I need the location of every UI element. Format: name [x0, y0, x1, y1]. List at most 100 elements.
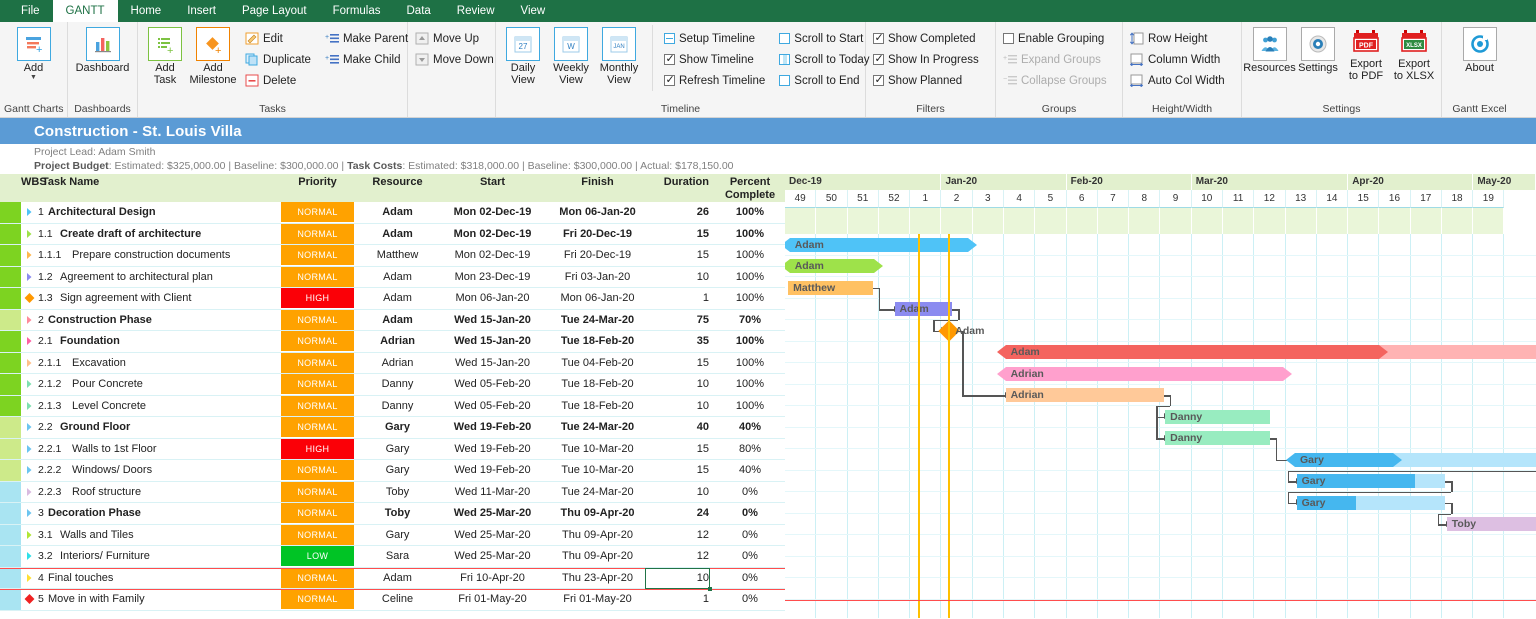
delete-button[interactable]: Delete: [242, 70, 314, 91]
col-header-priority[interactable]: Priority: [280, 174, 355, 188]
col-header-percent[interactable]: Percent Complete: [715, 174, 785, 201]
gantt-bar[interactable]: Matthew: [788, 280, 873, 295]
expand-chevron-icon[interactable]: [24, 572, 35, 583]
gantt-bars-area[interactable]: Adam Adam Matthew Adam Adam Adam Adrian Adrian D…: [785, 234, 1536, 618]
enable-grouping-toggle[interactable]: Enable Grouping: [1000, 28, 1110, 49]
row-priority-cell[interactable]: LOW: [280, 546, 355, 567]
scroll-to-end-button[interactable]: Scroll to End: [776, 70, 872, 91]
expand-chevron-icon[interactable]: [24, 336, 35, 347]
tab-data[interactable]: Data: [394, 0, 444, 22]
table-row[interactable]: 1.3 Sign agreement with Client HIGH Adam Mon…: [0, 288, 785, 310]
row-priority-cell[interactable]: NORMAL: [280, 202, 355, 223]
expand-chevron-icon[interactable]: [24, 508, 35, 519]
gantt-bar[interactable]: Toby: [1446, 517, 1536, 532]
checkbox-checked-icon[interactable]: [664, 52, 675, 65]
gantt-bar[interactable]: Adrian: [1005, 388, 1164, 403]
expand-chevron-icon[interactable]: [24, 400, 35, 411]
table-row[interactable]: 2.2 Ground Floor NORMAL Gary Wed 19-Feb-20 Tu…: [0, 417, 785, 439]
expand-chevron-icon[interactable]: [24, 529, 35, 540]
row-priority-cell[interactable]: NORMAL: [280, 481, 355, 502]
add-task-button[interactable]: + Add Task: [142, 25, 188, 88]
show-timeline-toggle[interactable]: Show Timeline: [661, 49, 768, 70]
expand-chevron-icon[interactable]: [24, 250, 35, 261]
tab-page-layout[interactable]: Page Layout: [229, 0, 320, 22]
expand-chevron-icon[interactable]: [24, 357, 35, 368]
row-height-button[interactable]: Row Height: [1127, 28, 1228, 49]
add-gantt-chart-button[interactable]: + Add ▼: [11, 25, 57, 83]
expand-chevron-icon[interactable]: [24, 443, 35, 454]
row-priority-cell[interactable]: NORMAL: [280, 374, 355, 395]
row-priority-cell[interactable]: NORMAL: [280, 503, 355, 524]
auto-col-width-button[interactable]: Auto Col Width: [1127, 70, 1228, 91]
table-row[interactable]: 2.1.3 Level Concrete NORMAL Danny Wed 05-Feb…: [0, 395, 785, 417]
daily-view-button[interactable]: 27 Daily View: [500, 25, 546, 88]
expand-chevron-icon[interactable]: [24, 314, 35, 325]
chevron-down-icon[interactable]: ▼: [30, 74, 37, 81]
gantt-bar[interactable]: Gary: [1296, 474, 1446, 489]
row-priority-cell[interactable]: NORMAL: [280, 352, 355, 373]
gantt-row[interactable]: [785, 277, 1536, 299]
tab-home[interactable]: Home: [118, 0, 175, 22]
gantt-bar[interactable]: Adam: [785, 237, 978, 252]
duplicate-button[interactable]: Duplicate: [242, 49, 314, 70]
table-row[interactable]: 5 Move in with Family NORMAL Celine Fri 01-M…: [0, 589, 785, 611]
row-priority-cell[interactable]: NORMAL: [280, 417, 355, 438]
col-header-start[interactable]: Start: [440, 174, 545, 188]
table-row[interactable]: 2.2.1 Walls to 1st Floor HIGH Gary Wed 19-Fe…: [0, 438, 785, 460]
expand-chevron-icon[interactable]: [24, 379, 35, 390]
table-row[interactable]: 1 Architectural Design NORMAL Adam Mon 02-De…: [0, 202, 785, 224]
tab-view[interactable]: View: [508, 0, 559, 22]
table-row[interactable]: 2.2.2 Windows/ Doors NORMAL Gary Wed 19-Feb-…: [0, 460, 785, 482]
make-parent-button[interactable]: + Make Parent: [322, 28, 411, 49]
add-milestone-button[interactable]: + Add Milestone: [189, 25, 237, 88]
scroll-to-start-button[interactable]: Scroll to Start: [776, 28, 872, 49]
row-priority-cell[interactable]: NORMAL: [280, 567, 355, 588]
row-priority-cell[interactable]: NORMAL: [280, 331, 355, 352]
refresh-timeline-toggle[interactable]: Refresh Timeline: [661, 70, 768, 91]
table-row[interactable]: 2.1 Foundation NORMAL Adrian Wed 15-Jan-20 Tu…: [0, 331, 785, 353]
col-header-duration[interactable]: Duration: [650, 174, 715, 188]
gantt-row[interactable]: [785, 535, 1536, 557]
row-priority-cell[interactable]: NORMAL: [280, 524, 355, 545]
row-priority-cell[interactable]: NORMAL: [280, 395, 355, 416]
show-completed-toggle[interactable]: Show Completed: [870, 28, 982, 49]
col-header-name[interactable]: Task Name: [42, 174, 280, 188]
table-row[interactable]: 1.1.1 Prepare construction documents NORMA…: [0, 245, 785, 267]
gantt-bar[interactable]: Danny: [1165, 409, 1270, 424]
gantt-row[interactable]: [785, 557, 1536, 578]
checkbox-checked-icon[interactable]: [873, 73, 884, 86]
edit-button[interactable]: Edit: [242, 28, 314, 49]
expand-chevron-icon[interactable]: [24, 422, 35, 433]
checkbox-checked-icon[interactable]: [664, 73, 675, 86]
weekly-view-button[interactable]: W Weekly View: [548, 25, 594, 88]
show-in-progress-toggle[interactable]: Show In Progress: [870, 49, 982, 70]
row-priority-cell[interactable]: HIGH: [280, 438, 355, 459]
table-row[interactable]: 2.1.1 Excavation NORMAL Adrian Wed 15-Jan-20…: [0, 352, 785, 374]
tab-review[interactable]: Review: [444, 0, 508, 22]
gantt-row[interactable]: [785, 256, 1536, 277]
move-down-button[interactable]: Move Down: [412, 49, 497, 70]
gantt-bar[interactable]: Gary: [1296, 495, 1446, 510]
about-button[interactable]: About: [1457, 25, 1503, 77]
expand-chevron-icon[interactable]: [24, 551, 35, 562]
row-priority-cell[interactable]: HIGH: [280, 288, 355, 309]
checkbox-checked-icon[interactable]: [873, 52, 884, 65]
export-to-xlsx-button[interactable]: XLSX Export to XLSX: [1391, 25, 1437, 84]
show-planned-toggle[interactable]: Show Planned: [870, 70, 982, 91]
active-cell[interactable]: [645, 567, 712, 591]
col-header-finish[interactable]: Finish: [545, 174, 650, 188]
expand-chevron-icon[interactable]: [24, 465, 35, 476]
setup-timeline-button[interactable]: Setup Timeline: [661, 28, 768, 49]
gantt-row[interactable]: [785, 600, 1536, 619]
table-row[interactable]: 3 Decoration Phase NORMAL Toby Wed 25-Mar-20…: [0, 503, 785, 525]
tab-file[interactable]: File: [8, 0, 53, 22]
gantt-bar[interactable]: Danny: [1165, 431, 1270, 446]
row-priority-cell[interactable]: NORMAL: [280, 309, 355, 330]
table-row[interactable]: 2.2.3 Roof structure NORMAL Toby Wed 11-Mar-…: [0, 481, 785, 503]
table-row[interactable]: 3.2 Interiors/ Furniture LOW Sara Wed 25-Mar…: [0, 546, 785, 568]
expand-chevron-icon[interactable]: [24, 207, 35, 218]
dashboard-button[interactable]: Dashboard: [72, 25, 133, 77]
col-header-resource[interactable]: Resource: [355, 174, 440, 188]
make-child-button[interactable]: + Make Child: [322, 49, 411, 70]
table-row[interactable]: 2.1.2 Pour Concrete NORMAL Danny Wed 05-Feb-…: [0, 374, 785, 396]
